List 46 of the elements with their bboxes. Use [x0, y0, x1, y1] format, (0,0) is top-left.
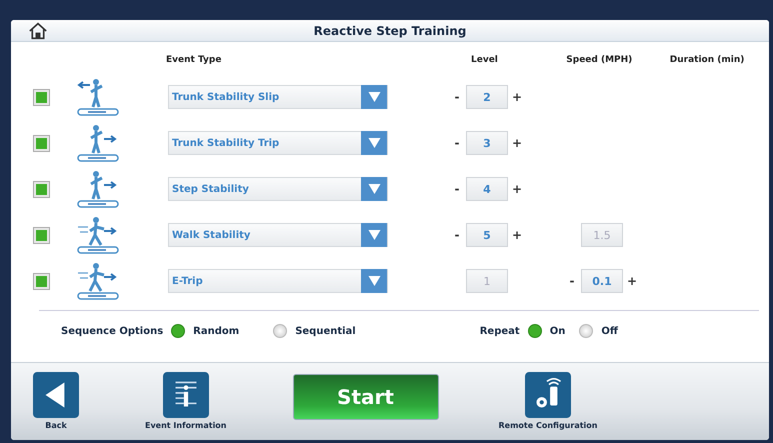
column-header: Speed (MPH)	[565, 55, 634, 65]
checkbox[interactable]	[33, 226, 50, 244]
checkbox[interactable]	[33, 88, 50, 106]
column-header: Event Type	[166, 55, 222, 65]
level-value: 4	[466, 177, 508, 201]
radio-option[interactable]: Random	[171, 324, 240, 338]
dropdown-arrow-icon	[368, 184, 380, 194]
repeat-label: Repeat	[480, 326, 520, 336]
radio-option[interactable]: On	[528, 324, 566, 338]
level-value: 2	[466, 85, 508, 109]
increase-button[interactable]: +	[508, 182, 526, 196]
checkbox[interactable]	[33, 272, 50, 290]
checkbox[interactable]	[33, 134, 50, 152]
column-header: Level	[470, 55, 499, 65]
window-title: Reactive Step Training	[314, 24, 466, 38]
home-icon[interactable]	[28, 22, 48, 40]
event-information-label: Event Information	[145, 421, 226, 430]
start-button[interactable]: Start	[292, 374, 438, 420]
level-value: 5	[466, 223, 508, 247]
dropdown-arrow-icon	[368, 138, 380, 148]
info-list-icon[interactable]	[162, 372, 209, 418]
increase-button[interactable]: +	[508, 228, 526, 242]
increase-button[interactable]: +	[508, 136, 526, 150]
column-header: Duration (min)	[668, 55, 746, 65]
back-label: Back	[45, 421, 67, 430]
back-icon[interactable]	[33, 372, 79, 418]
level-value: 3	[466, 131, 508, 155]
decrease-button[interactable]: -	[448, 182, 466, 196]
level-value: 1	[466, 269, 508, 293]
decrease-button[interactable]: -	[448, 228, 466, 242]
dropdown-arrow-icon	[368, 92, 380, 102]
decrease-button[interactable]: -	[448, 90, 466, 104]
radio-option[interactable]: Off	[579, 324, 618, 338]
dropdown-arrow-icon	[368, 276, 380, 286]
remote-gear-icon[interactable]	[524, 372, 571, 418]
decrease-button[interactable]: -	[448, 136, 466, 150]
dropdown-arrow-icon	[368, 230, 380, 240]
remote-configuration-label: Remote Configuration	[498, 421, 598, 430]
speed-value: 1.5	[581, 223, 623, 247]
speed-value: 0.1	[581, 269, 623, 293]
decrease-button[interactable]: -	[563, 274, 581, 288]
checkbox[interactable]	[33, 180, 50, 198]
radio-option[interactable]: Sequential	[273, 324, 356, 338]
increase-button[interactable]: +	[623, 274, 641, 288]
sequence-options-label: Sequence Options	[61, 326, 164, 336]
increase-button[interactable]: +	[508, 90, 526, 104]
